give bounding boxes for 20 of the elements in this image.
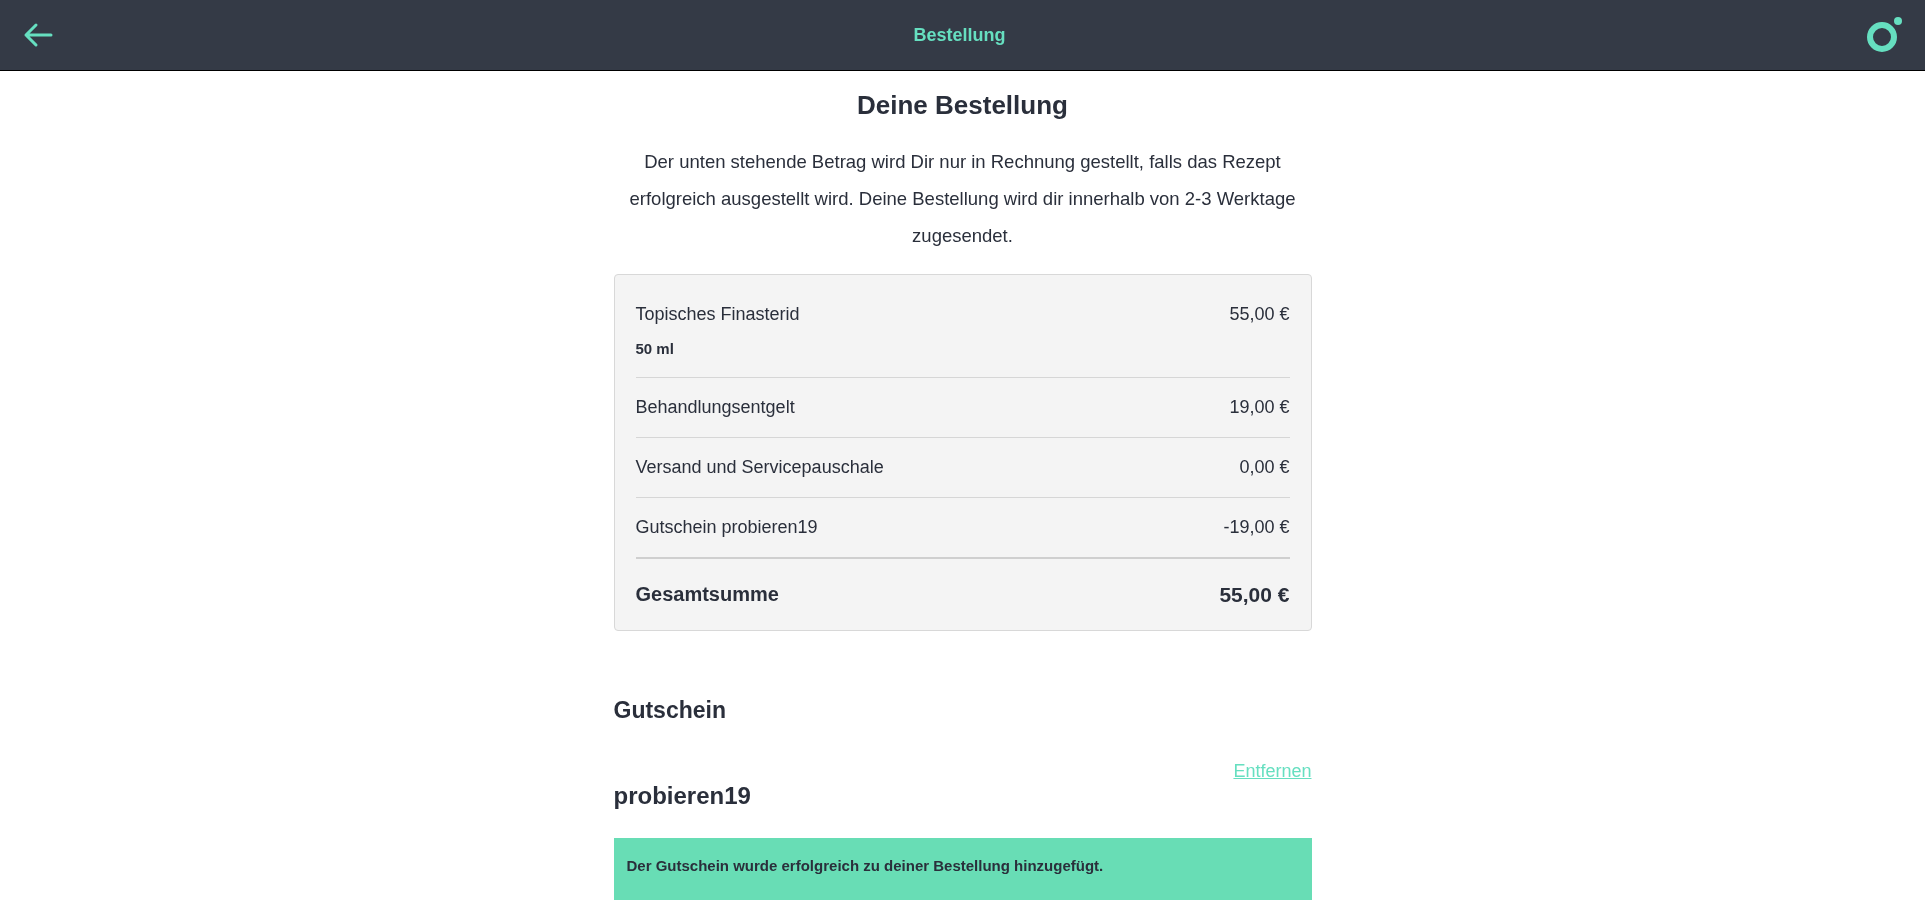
line-item-label: Gutschein probieren19 <box>635 515 818 539</box>
line-item-detail: 50 ml <box>635 339 675 359</box>
line-item-label: Behandlungsentgelt <box>635 395 795 419</box>
remove-link[interactable]: Entfernen <box>1233 757 1312 785</box>
page-heading: Deine Bestellung <box>856 89 1069 121</box>
total-label: Gesamtsumme <box>635 581 779 607</box>
line-item-amount: -19,00 € <box>1223 515 1290 539</box>
success-message: Der Gutschein wurde erfolgreich zu deiner Bestellung hinzugefügt. <box>613 837 1312 900</box>
line-item-amount: 0,00 € <box>1239 455 1290 479</box>
line-item-label: Versand und Servicepauschale <box>635 455 884 479</box>
intro-text: Der unten stehende Betrag wird Dir nur in Rechnung gestellt, falls das Rezept erfolgreich ausgestellt wird. Deine Bestellung wird dir innerhalb von 2-3 Werktage zugesendet. <box>628 150 1297 248</box>
voucher-code: probieren19 <box>613 780 751 811</box>
page-title: Bestellung <box>913 23 1006 47</box>
line-item-amount: 19,00 € <box>1229 395 1290 419</box>
line-item-amount: 55,00 € <box>1229 303 1290 326</box>
logo-icon <box>1865 16 1903 54</box>
total-amount: 55,00 € <box>1219 581 1290 608</box>
line-item-label: Topisches Finasterid <box>635 303 800 326</box>
voucher-heading: Gutschein <box>613 696 727 725</box>
back-arrow-icon <box>23 22 53 48</box>
